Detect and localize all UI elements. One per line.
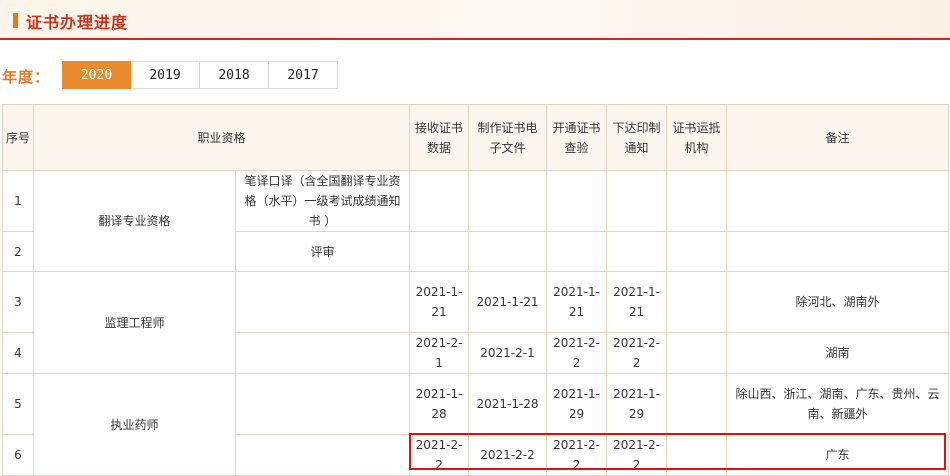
cell-remark: 除河北、湖南外 [726,271,950,333]
cell-notify: 2021-1-29 [606,373,668,435]
header-seq: 序号 [2,104,34,171]
cell-open: 2021-1-29 [546,373,608,435]
cell-remark [726,231,950,272]
header-accent-bar [13,13,18,28]
cell-remark: 广东 [726,434,950,476]
year-tab-2020[interactable]: 2020 [62,61,131,89]
cell-deliver [666,332,728,374]
cell-deliver [666,434,728,476]
cell-open: 2021-2-2 [546,332,608,374]
cell-receive: 2021-2-1 [409,332,470,374]
table-header-row: 序号 职业资格 接收证书数据 制作证书电子文件 开通证书查验 下达印制通知 证书… [2,104,950,171]
cell-make [468,170,548,232]
cell-group: 执业药师 [33,373,236,476]
cell-make: 2021-1-28 [468,373,548,435]
cell-deliver [666,231,728,272]
cell-sub [234,332,411,374]
cell-receive: 2021-1-21 [409,271,470,333]
cell-receive: 2021-1-28 [409,373,470,435]
page-title: 证书办理进度 [26,13,129,32]
header-receive: 接收证书数据 [409,104,470,171]
cell-group: 监理工程师 [33,271,236,374]
cell-remark: 湖南 [726,332,950,374]
cell-receive [409,231,470,272]
cell-notify: 2021-1-21 [606,271,668,333]
page-header: 证书办理进度 [0,0,950,40]
table-row: 1 翻译专业资格 笔译口译（含全国翻译专业资格（水平）一级考试成绩通知书 ） [2,170,950,272]
cell-notify: 2021-2-2 [606,434,668,476]
cell-notify: 2021-2-2 [606,332,668,374]
cell-notify [606,170,668,232]
cell-make [468,231,548,272]
year-tab-2018[interactable]: 2018 [200,61,269,89]
cell-seq: 4 [2,332,34,374]
header-qualification: 职业资格 [32,104,411,171]
cell-sub [234,271,411,333]
header-notify: 下达印制通知 [606,104,668,171]
cell-make: 2021-1-21 [468,271,548,333]
cell-deliver [666,271,728,333]
header-open: 开通证书查验 [546,104,608,171]
progress-table: 序号 职业资格 接收证书数据 制作证书电子文件 开通证书查验 下达印制通知 证书… [2,104,950,476]
cell-seq: 6 [2,434,34,476]
table-row: 5 执业药师 2021-1-28 2021-1-28 2021-1-29 202… [2,373,950,476]
cell-receive [409,170,470,232]
year-tab-2017[interactable]: 2017 [269,61,338,89]
year-tabs: 2020 2019 2018 2017 [62,61,338,89]
year-filter-label: 年度： [2,68,51,86]
cell-remark: 除山西、浙江、湖南、广东、贵州、云南、新疆外 [726,373,950,435]
cell-open: 2021-2-2 [546,434,608,476]
cell-seq: 2 [2,231,34,272]
cell-remark [726,170,950,232]
header-deliver: 证书运抵机构 [666,104,728,171]
cell-open [546,231,608,272]
cell-make: 2021-2-1 [468,332,548,374]
cell-deliver [666,170,728,232]
header-make: 制作证书电子文件 [468,104,548,171]
cell-make: 2021-2-2 [468,434,548,476]
cell-open [546,170,608,232]
cell-notify [606,231,668,272]
cell-seq: 5 [2,373,34,435]
cell-seq: 1 [2,170,34,232]
cell-sub: 评审 [234,231,411,272]
table-row: 3 监理工程师 2021-1-21 2021-1-21 2021-1-21 20… [2,271,950,374]
cell-open: 2021-1-21 [546,271,608,333]
cell-sub: 笔译口译（含全国翻译专业资格（水平）一级考试成绩通知书 ） [234,170,411,232]
year-tab-2019[interactable]: 2019 [131,61,200,89]
cell-seq: 3 [2,271,34,333]
cell-receive: 2021-2-2 [409,434,470,476]
cell-group: 翻译专业资格 [33,170,236,272]
cell-deliver [666,373,728,435]
cell-sub [234,373,411,435]
cell-sub [234,434,411,476]
header-remark: 备注 [726,104,950,171]
